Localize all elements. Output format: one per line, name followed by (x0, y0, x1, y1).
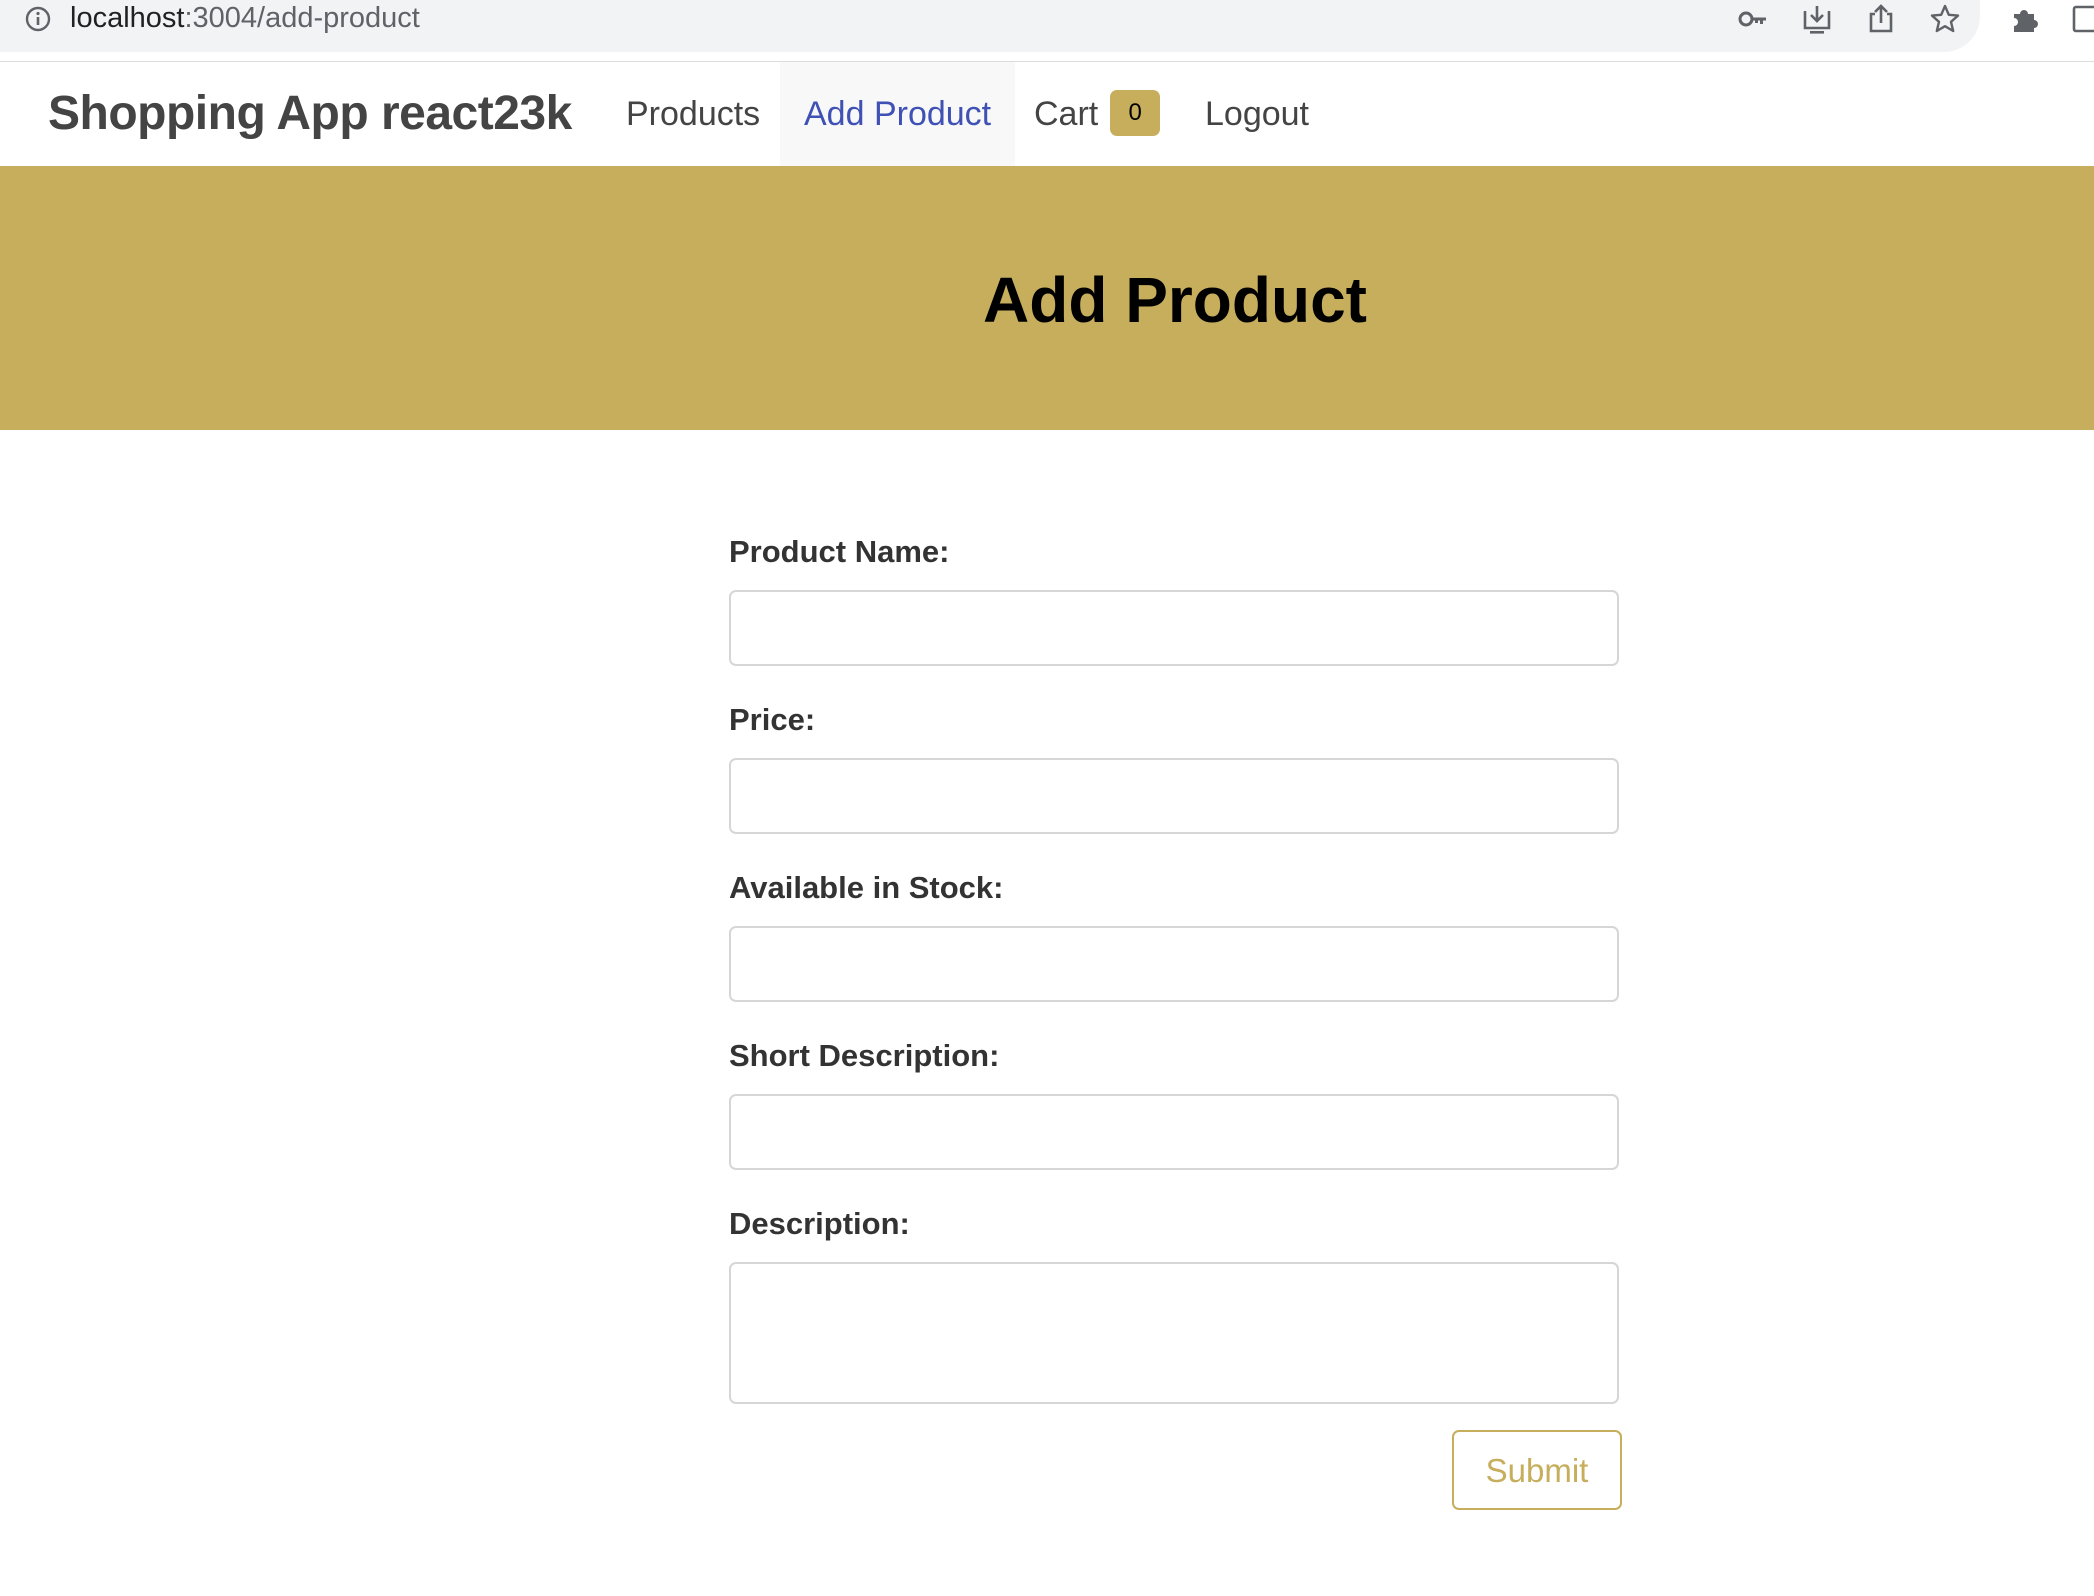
key-icon[interactable] (1736, 2, 1770, 36)
nav-item-label: Cart (1034, 95, 1099, 133)
nav-item-add-product[interactable]: Add Product (780, 62, 1016, 166)
nav-item-label: Add Product (804, 95, 992, 133)
product-name-label: Product Name: (729, 534, 950, 569)
side-panel-icon[interactable] (2070, 2, 2094, 36)
description-label: Description: (729, 1206, 910, 1241)
install-icon[interactable] (1800, 2, 1834, 36)
nav-item-cart[interactable]: Cart 0 (1010, 62, 1184, 166)
browser-toolbar: localhost:3004/add-product (0, 0, 2094, 62)
submit-button[interactable]: Submit (1452, 1430, 1622, 1510)
nav-item-logout[interactable]: Logout (1181, 62, 1333, 166)
nav-item-label: Products (626, 95, 761, 133)
url-path: :3004/add-product (184, 2, 420, 34)
price-input[interactable] (729, 758, 1619, 834)
product-name-input[interactable] (729, 590, 1619, 666)
star-icon[interactable] (1928, 2, 1962, 36)
page-header-banner: Add Product (0, 166, 2094, 430)
stock-input[interactable] (729, 926, 1619, 1002)
cart-count-badge: 0 (1110, 90, 1161, 137)
url-host: localhost (70, 2, 185, 34)
page-title: Add Product (983, 264, 1367, 336)
stock-label: Available in Stock: (729, 870, 1004, 905)
info-icon[interactable] (24, 5, 52, 33)
extensions-icon[interactable] (2008, 2, 2042, 36)
short-description-label: Short Description: (729, 1038, 1000, 1073)
short-description-input[interactable] (729, 1094, 1619, 1170)
navbar: Shopping App react23k Products Add Produ… (0, 62, 2094, 166)
nav-item-products[interactable]: Products (602, 62, 784, 166)
nav-item-label: Logout (1205, 95, 1309, 133)
description-textarea[interactable] (729, 1262, 1619, 1404)
brand-logo[interactable]: Shopping App react23k (48, 84, 572, 144)
share-icon[interactable] (1864, 2, 1898, 36)
url-text[interactable]: localhost:3004/add-product (70, 0, 420, 36)
price-label: Price: (729, 702, 816, 737)
